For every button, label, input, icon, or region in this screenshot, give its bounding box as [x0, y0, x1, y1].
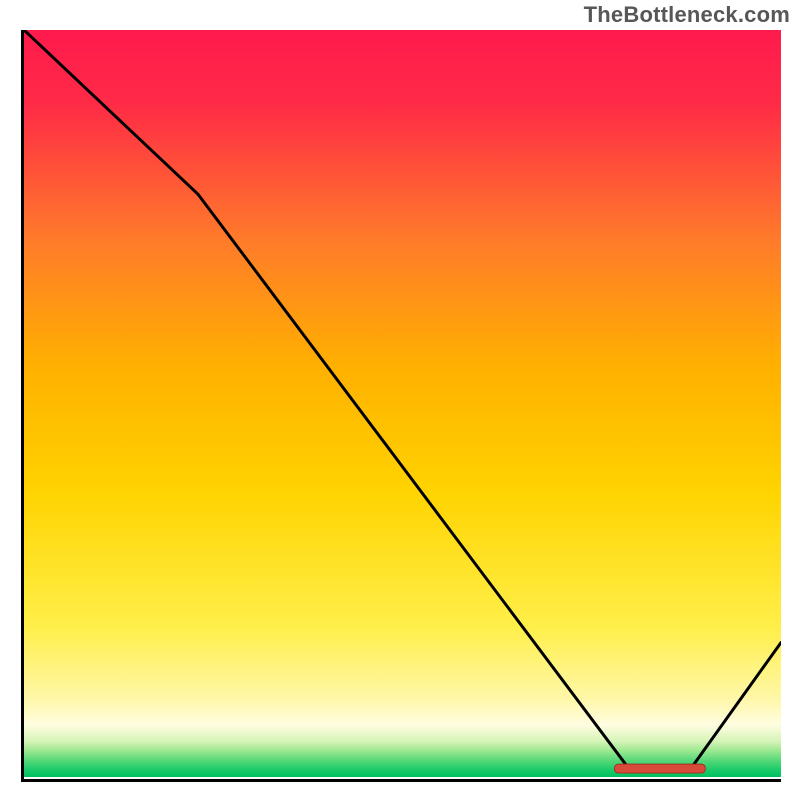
attribution-text: TheBottleneck.com: [584, 2, 790, 28]
optimal-marker: [24, 30, 781, 777]
plot-area: [21, 30, 781, 782]
chart-stage: TheBottleneck.com: [0, 0, 800, 800]
